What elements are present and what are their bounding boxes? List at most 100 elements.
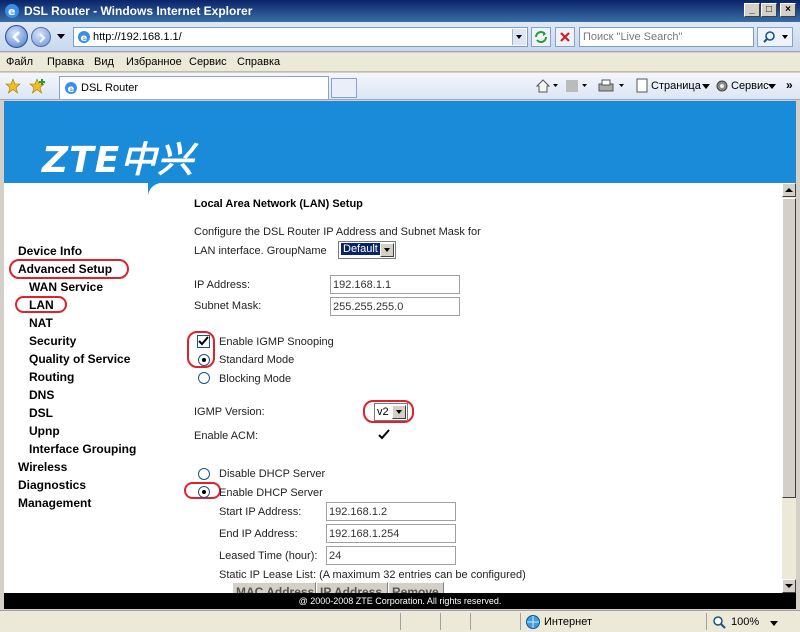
sidebar-item-nat[interactable]: NAT: [29, 316, 53, 330]
chevron-down-icon: [768, 84, 776, 89]
page-footer: @ 2000-2008 ZTE Corporation. All rights …: [4, 593, 796, 609]
blocking-mode-label: Blocking Mode: [219, 373, 292, 385]
internet-explorer-icon: e: [5, 4, 19, 18]
page-menu[interactable]: Страница: [651, 80, 701, 92]
scroll-thumb[interactable]: [782, 198, 796, 498]
sidebar-item-dsl[interactable]: DSL: [29, 406, 53, 420]
scroll-down-button[interactable]: [782, 579, 796, 593]
sidebar-item-wireless[interactable]: Wireless: [18, 460, 67, 474]
forward-arrow-icon: [39, 33, 46, 43]
group-name-select[interactable]: Default: [338, 241, 396, 259]
disable-dhcp-radio[interactable]: [198, 468, 210, 480]
chevron-down-icon: [785, 584, 793, 588]
menu-favorites[interactable]: Избранное: [126, 56, 182, 68]
window-title: DSL Router - Windows Internet Explorer: [24, 4, 253, 18]
checkmark-icon: [378, 429, 390, 440]
menu-help[interactable]: Справка: [237, 56, 280, 68]
maximize-button[interactable]: □: [761, 3, 777, 17]
search-input[interactable]: [583, 30, 748, 44]
forward-button[interactable]: [31, 27, 51, 47]
tab-label: DSL Router: [81, 82, 139, 94]
menu-tools[interactable]: Сервис: [189, 56, 227, 68]
page-menu-icon: [636, 78, 648, 93]
add-favorite-icon[interactable]: [29, 78, 47, 94]
chevron-down-icon: [516, 35, 522, 39]
stop-button[interactable]: [555, 27, 575, 47]
zte-logo: ZTE中兴: [42, 140, 195, 181]
sidebar-item-diagnostics[interactable]: Diagnostics: [18, 478, 86, 492]
scroll-up-button[interactable]: [782, 183, 796, 197]
end-ip-input[interactable]: [326, 524, 456, 543]
history-dropdown-icon[interactable]: [57, 34, 65, 40]
menu-edit[interactable]: Правка: [47, 56, 84, 68]
print-icon[interactable]: [597, 78, 627, 94]
enable-dhcp-radio[interactable]: [198, 486, 210, 498]
refresh-button[interactable]: [531, 27, 551, 47]
start-ip-label: Start IP Address:: [219, 506, 302, 518]
chevron-up-icon: [785, 188, 793, 192]
enable-acm-label: Enable ACM:: [194, 430, 259, 442]
highlight-ring: [9, 259, 129, 279]
subnet-mask-label: Subnet Mask:: [194, 300, 262, 312]
menu-view[interactable]: Вид: [94, 56, 114, 68]
tab-dsl-router[interactable]: e DSL Router: [59, 76, 329, 99]
vertical-scrollbar[interactable]: [782, 183, 796, 593]
more-commands-icon[interactable]: »: [786, 78, 793, 92]
sidebar-item-upnp[interactable]: Upnp: [29, 424, 60, 438]
address-bar[interactable]: e: [73, 27, 528, 47]
checkmark-icon: [198, 336, 209, 346]
zoom-icon: [713, 616, 726, 629]
gear-icon: [716, 80, 728, 92]
url-input[interactable]: [93, 30, 493, 44]
subnet-mask-input[interactable]: [330, 297, 460, 316]
feeds-icon[interactable]: [565, 78, 589, 94]
home-icon[interactable]: [535, 78, 559, 94]
disable-dhcp-label: Disable DHCP Server: [219, 468, 326, 480]
chevron-down-icon[interactable]: [770, 621, 778, 627]
lease-time-input[interactable]: [326, 546, 456, 565]
igmp-version-select[interactable]: v2: [374, 403, 408, 421]
menu-bar: Файл Правка Вид Избранное Сервис Справка: [0, 53, 800, 72]
sidebar-item-wan-service[interactable]: WAN Service: [29, 280, 103, 294]
status-bar: Интернет 100%: [0, 610, 800, 632]
igmp-snooping-checkbox[interactable]: [197, 335, 210, 348]
blocking-mode-radio[interactable]: [198, 372, 210, 384]
address-toolbar: e: [0, 22, 800, 52]
chevron-down-icon: [702, 84, 710, 89]
ip-address-input[interactable]: [330, 275, 460, 294]
sidebar-item-interface-grouping[interactable]: Interface Grouping: [29, 442, 136, 456]
svg-text:e: e: [81, 33, 88, 44]
search-button[interactable]: [757, 27, 793, 47]
search-box[interactable]: [579, 27, 754, 47]
back-button[interactable]: [5, 25, 28, 48]
zoom-level[interactable]: 100%: [731, 616, 759, 628]
sidebar-item-security[interactable]: Security: [29, 334, 76, 348]
sidebar-item-routing[interactable]: Routing: [29, 370, 74, 384]
back-arrow-icon: [12, 31, 20, 43]
title-bar: e DSL Router - Windows Internet Explorer…: [0, 0, 800, 22]
sidebar-item-dns[interactable]: DNS: [29, 388, 54, 402]
favorites-star-icon[interactable]: [5, 78, 21, 94]
enable-acm-checkbox[interactable]: [378, 429, 391, 442]
sidebar-item-device-info[interactable]: Device Info: [18, 244, 82, 258]
page-icon: e: [78, 31, 90, 44]
standard-mode-radio[interactable]: [198, 354, 210, 366]
minimize-button[interactable]: _: [744, 3, 760, 17]
menu-file[interactable]: Файл: [6, 56, 33, 68]
igmp-version-label: IGMP Version:: [194, 406, 265, 418]
svg-text:e: e: [8, 5, 15, 18]
globe-icon: [526, 615, 540, 629]
chevron-down-icon: [380, 243, 394, 257]
standard-mode-label: Standard Mode: [219, 354, 295, 366]
igmp-snooping-label: Enable IGMP Snooping: [219, 336, 334, 348]
start-ip-input[interactable]: [326, 502, 456, 521]
page-icon: e: [65, 82, 77, 95]
tab-bar: e DSL Router Страница Сервис »: [0, 73, 800, 100]
lease-time-label: Leased Time (hour):: [219, 550, 318, 562]
address-dropdown-button[interactable]: [512, 29, 526, 45]
tools-menu[interactable]: Сервис: [731, 80, 769, 92]
close-button[interactable]: ×: [780, 3, 796, 17]
new-tab-button[interactable]: [331, 78, 357, 98]
sidebar-item-management[interactable]: Management: [18, 496, 91, 510]
sidebar-item-quality-of-service[interactable]: Quality of Service: [29, 352, 130, 366]
